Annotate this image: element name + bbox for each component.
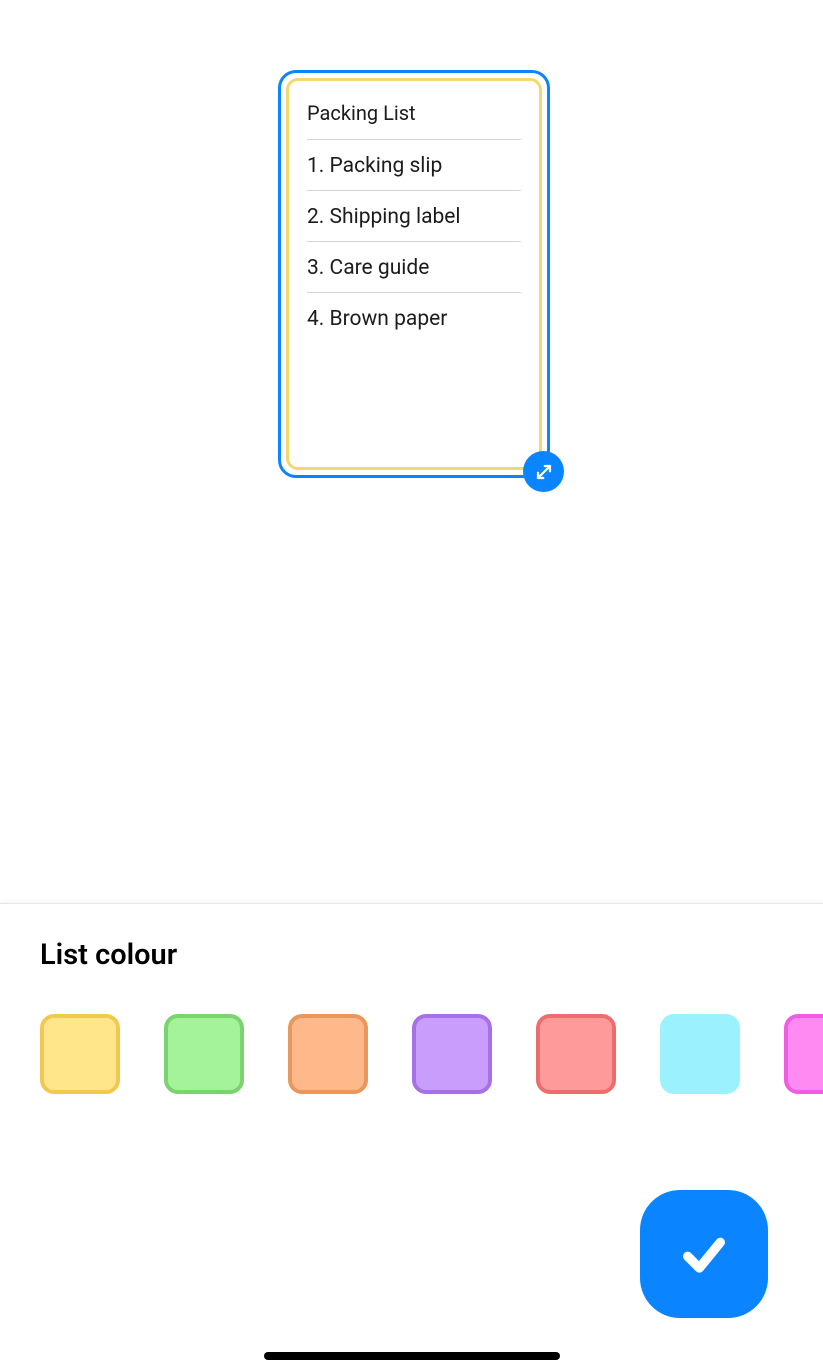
- list-item[interactable]: 2. Shipping label: [307, 191, 521, 242]
- color-swatches[interactable]: [0, 992, 823, 1116]
- color-swatch-yellow[interactable]: [40, 1014, 120, 1094]
- resize-handle[interactable]: [523, 451, 564, 492]
- list-item[interactable]: 1. Packing slip: [307, 140, 521, 191]
- list-item[interactable]: 4. Brown paper: [307, 293, 521, 343]
- home-indicator[interactable]: [264, 1352, 560, 1360]
- confirm-button[interactable]: [640, 1190, 768, 1318]
- note-title[interactable]: Packing List: [307, 101, 521, 140]
- color-swatch-pink[interactable]: [784, 1014, 823, 1094]
- color-picker-sheet: List colour: [0, 903, 823, 1368]
- note-card[interactable]: Packing List 1. Packing slip 2. Shipping…: [278, 70, 550, 478]
- check-icon: [676, 1226, 732, 1282]
- color-swatch-green[interactable]: [164, 1014, 244, 1094]
- sheet-title: List colour: [0, 904, 823, 992]
- color-swatch-red[interactable]: [536, 1014, 616, 1094]
- note-inner: Packing List 1. Packing slip 2. Shipping…: [286, 78, 542, 470]
- color-swatch-cyan[interactable]: [660, 1014, 740, 1094]
- canvas-area[interactable]: Packing List 1. Packing slip 2. Shipping…: [0, 0, 823, 903]
- color-swatch-orange[interactable]: [288, 1014, 368, 1094]
- color-swatch-purple[interactable]: [412, 1014, 492, 1094]
- resize-icon: [535, 463, 553, 481]
- list-item[interactable]: 3. Care guide: [307, 242, 521, 293]
